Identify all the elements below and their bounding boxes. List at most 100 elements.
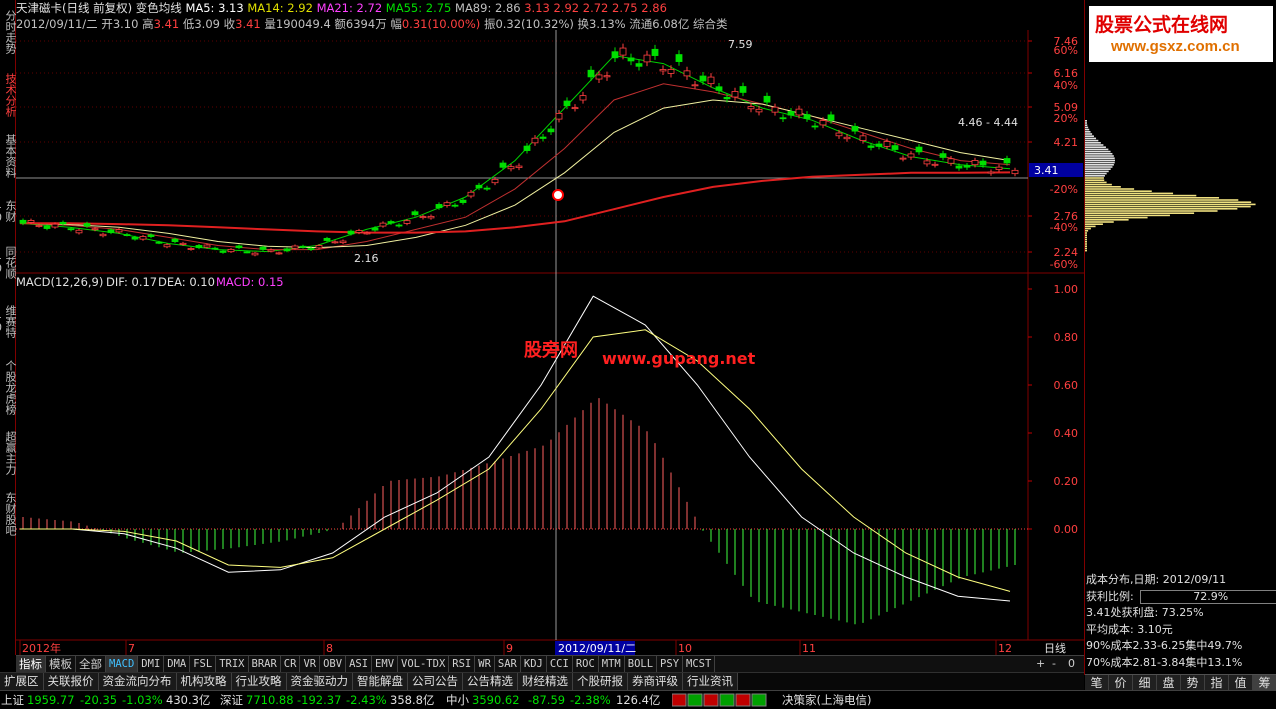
quote-zhen: 振0.32(10.32%): [483, 17, 574, 31]
current-price-label: 3.41: [1034, 164, 1059, 177]
sidebar-tab-3[interactable]: 东财10: [0, 188, 17, 234]
candle-body: [435, 204, 443, 209]
cost-bar: [1085, 164, 1114, 166]
indicator-tab-全部[interactable]: 全部: [76, 656, 106, 672]
indicator-tab-boll[interactable]: BOLL: [625, 656, 658, 672]
indicator-tab-vol-tdx[interactable]: VOL-TDX: [398, 656, 450, 672]
indicator-tab-wr[interactable]: WR: [475, 656, 495, 672]
function-tab-11[interactable]: 券商评级: [628, 673, 683, 690]
cost-bar: [1085, 227, 1091, 230]
function-tab-12[interactable]: 行业资讯: [683, 673, 738, 690]
candle-body: [99, 233, 107, 237]
sidebar-tab-4[interactable]: 同花顺10: [0, 236, 17, 288]
ma-annotation: 4.46 - 4.44: [958, 116, 1018, 129]
indicator-tab-mcst[interactable]: MCST: [683, 656, 716, 672]
left-sidebar: 分时走势技术分析基本资料东财10 同花顺10 维赛特10 个股龙虎榜超赢主力东财股吧: [0, 0, 17, 655]
cost-bar: [1085, 126, 1089, 129]
sidebar-tab-0[interactable]: 分时走势: [0, 2, 17, 62]
function-tab-8[interactable]: 公告精选: [463, 673, 518, 690]
zoom-out-button[interactable]: -: [1052, 657, 1056, 670]
cost-bar: [1085, 205, 1251, 208]
percent-tick-label: 20%: [1054, 112, 1078, 125]
quote-high: 3.41: [153, 17, 180, 31]
right-panel: 股票公式在线网 www.gsxz.com.cn 成本分布,日期: 2012/09…: [1084, 0, 1276, 692]
candle-body: [795, 108, 803, 116]
cost-bar: [1085, 144, 1104, 146]
sz-value: 7710.88: [246, 693, 294, 707]
zx-label: 中小: [446, 693, 469, 707]
time-label: 11: [802, 642, 816, 655]
candle-body: [835, 132, 843, 137]
indicator-tab-cr[interactable]: CR: [281, 656, 301, 672]
function-tab-2[interactable]: 资金流向分布: [98, 673, 177, 690]
function-tab-9[interactable]: 财经精选: [518, 673, 573, 690]
cost-bar: [1085, 177, 1104, 179]
zx-percent: -2.38%: [570, 693, 611, 707]
function-tab-10[interactable]: 个股研报: [573, 673, 628, 690]
reset-button[interactable]: 0: [1068, 657, 1075, 670]
function-tab-4[interactable]: 行业攻略: [231, 673, 287, 690]
candle-body: [283, 248, 291, 252]
indicator-tab-macd[interactable]: MACD: [106, 656, 139, 672]
zx-amount: 126.4亿: [616, 693, 661, 707]
indicator-tab-fsl[interactable]: FSL: [190, 656, 217, 672]
indicator-tab-rsi[interactable]: RSI: [449, 656, 476, 672]
main-chart-area[interactable]: 7.46 6.16 5.09 4.21 2.76 2.24 60% 40% 20% -20% -40…: [16, 0, 1084, 655]
candle-body: [603, 75, 611, 78]
candle-body: [659, 69, 667, 72]
indicator-tab-brar[interactable]: BRAR: [249, 656, 281, 672]
candle-body: [939, 153, 947, 158]
zoom-in-button[interactable]: +: [1036, 657, 1045, 670]
quote-date: 2012/09/11/二: [16, 17, 98, 31]
function-tab-7[interactable]: 公司公告: [408, 673, 463, 690]
indicator-tab-dmi[interactable]: DMI: [138, 656, 165, 672]
candle-body: [403, 220, 411, 224]
quote-open: 开3.10: [101, 17, 139, 31]
cost-bar: [1085, 128, 1090, 131]
cost-bar: [1085, 241, 1087, 243]
cost-70: 70%成本2.81-3.84集中13.1%: [1086, 655, 1243, 669]
indicator-tab-dma[interactable]: DMA: [164, 656, 191, 672]
indicator-tab-cci[interactable]: CCI: [547, 656, 573, 672]
candle-body: [459, 199, 467, 203]
cost-bar: [1085, 181, 1107, 184]
indicator-tab-asi[interactable]: ASI: [346, 656, 373, 672]
function-tab-5[interactable]: 资金驱动力: [286, 673, 353, 690]
profit-row: 获利比例: 72.9%: [1085, 589, 1276, 606]
kline-macd-chart[interactable]: 7.466.165.094.212.762.2460%40%20%-20%-40…: [16, 0, 1084, 655]
candle-body: [75, 229, 83, 234]
function-tab-3[interactable]: 机构攻略: [176, 673, 232, 690]
price-tick-label: 4.21: [1054, 136, 1079, 149]
indicator-tab-指标[interactable]: 指标: [16, 656, 46, 672]
quote-high-label: 高: [142, 17, 154, 31]
ma-extra: 3.13 2.92 2.72 2.75 2.86: [524, 1, 667, 15]
cost-bar: [1085, 137, 1097, 140]
sidebar-tab-6[interactable]: 个股龙虎榜: [0, 354, 17, 420]
percent-tick-label: 40%: [1054, 79, 1078, 92]
indicator-tab-vr[interactable]: VR: [300, 656, 321, 672]
cost-90: 90%成本2.33-6.25集中49.7%: [1086, 639, 1243, 653]
sidebar-tab-8[interactable]: 东财股吧: [0, 486, 17, 542]
indicator-tab-psy[interactable]: PSY: [657, 656, 684, 672]
indicator-tab-roc[interactable]: ROC: [573, 656, 599, 672]
indicator-tab-kdj[interactable]: KDJ: [521, 656, 547, 672]
sidebar-tab-2[interactable]: 基本资料: [0, 128, 17, 184]
function-tab-6[interactable]: 智能解盘: [353, 673, 408, 690]
sidebar-tab-1[interactable]: 技术分析: [0, 66, 17, 124]
candle-body: [291, 245, 299, 249]
indicator-tab-trix[interactable]: TRIX: [216, 656, 249, 672]
cost-bar: [1085, 230, 1089, 232]
sidebar-tab-7[interactable]: 超赢主力: [0, 424, 17, 482]
candle-body: [803, 114, 811, 119]
breadth-bar: [703, 693, 719, 707]
sidebar-tab-5[interactable]: 维赛特10: [0, 292, 17, 350]
indicator-tab-obv[interactable]: OBV: [320, 656, 347, 672]
indicator-tab-模板[interactable]: 模板: [46, 656, 76, 672]
cost-bar: [1085, 216, 1148, 219]
indicator-tab-sar[interactable]: SAR: [495, 656, 521, 672]
function-tab-1[interactable]: 关联报价: [43, 673, 99, 690]
indicator-tab-mtm[interactable]: MTM: [599, 656, 625, 672]
function-tab-0[interactable]: 扩展区: [0, 673, 44, 690]
cost-bar: [1085, 232, 1087, 234]
indicator-tab-emv[interactable]: EMV: [372, 656, 399, 672]
